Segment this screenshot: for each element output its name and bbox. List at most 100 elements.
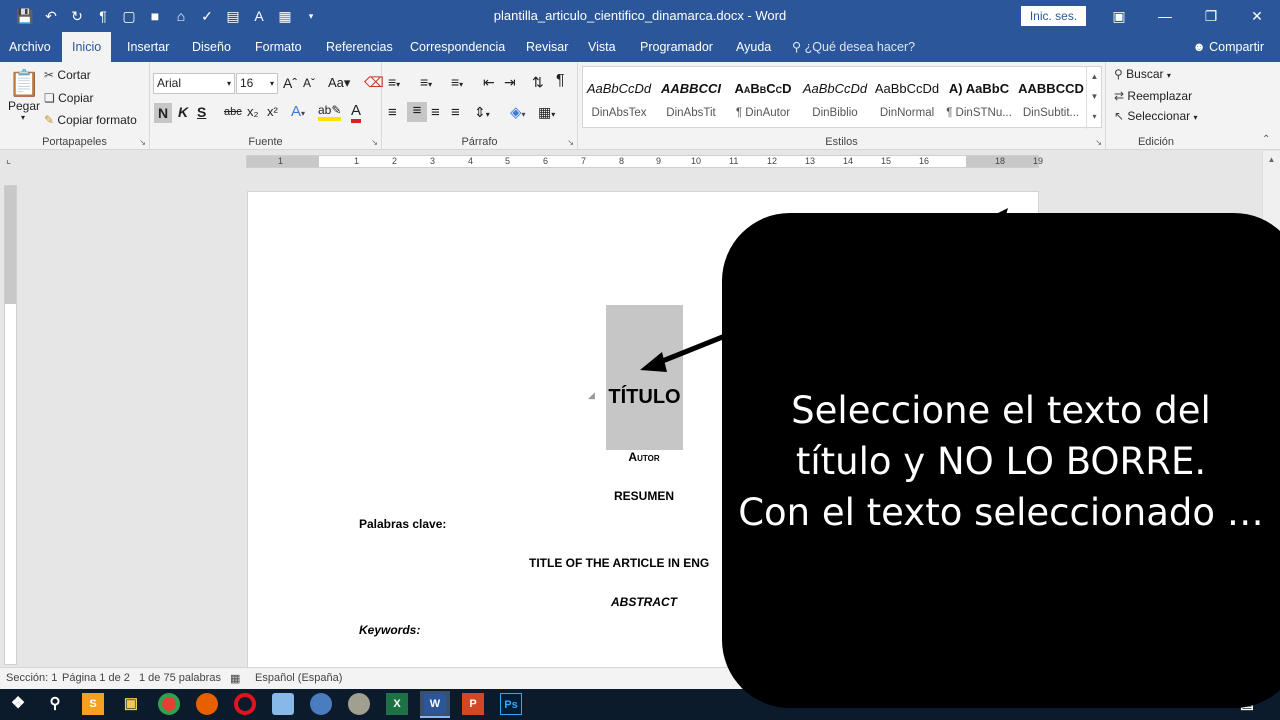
section-indicator[interactable]: Sección: 1 bbox=[6, 672, 57, 684]
bullets-icon[interactable]: ≡▾ bbox=[388, 74, 400, 90]
scroll-up-icon[interactable]: ▲ bbox=[1087, 67, 1102, 87]
strikethrough-button[interactable]: abc bbox=[224, 106, 242, 118]
windows-start-icon[interactable]: ❖ bbox=[7, 693, 29, 715]
clear-format-icon[interactable]: ⌫ bbox=[364, 74, 384, 91]
style-dinbiblio[interactable]: AaBbCcDd DinBiblio bbox=[799, 67, 871, 129]
format-painter-button[interactable]: ✎ Copiar formato bbox=[44, 113, 137, 127]
restore-icon[interactable]: ❐ bbox=[1188, 0, 1234, 32]
language-indicator[interactable]: Español (España) bbox=[255, 672, 342, 684]
word-taskbar-button[interactable]: W bbox=[420, 691, 450, 718]
font-color-icon[interactable]: A bbox=[351, 102, 362, 123]
horizontal-ruler[interactable]: 1 1 2 3 4 5 6 7 8 9 10 11 12 13 14 15 16… bbox=[246, 155, 1043, 168]
highlight-icon[interactable]: ab✎ bbox=[318, 103, 342, 121]
shading-icon[interactable]: ◈▾ bbox=[510, 103, 526, 121]
styles-scroll[interactable]: ▲ ▼ ▾ bbox=[1086, 67, 1102, 129]
share-button[interactable]: ☻ Compartir bbox=[1192, 32, 1264, 62]
find-button[interactable]: ⚲ Buscar ▾ bbox=[1114, 67, 1171, 81]
dialog-launcher-icon[interactable]: ↘ bbox=[567, 138, 574, 147]
sign-in-button[interactable]: Inic. ses. bbox=[1021, 6, 1086, 26]
replace-button[interactable]: ⇄ Reemplazar bbox=[1114, 89, 1192, 103]
proofing-icon[interactable]: ▦ bbox=[230, 672, 240, 685]
align-left-icon[interactable]: ≡ bbox=[388, 104, 397, 121]
tab-insertar[interactable]: Insertar bbox=[127, 32, 169, 62]
select-button[interactable]: ↖ Seleccionar ▾ bbox=[1114, 109, 1197, 123]
copy-button[interactable]: ❏ Copiar bbox=[44, 91, 93, 105]
vertical-ruler[interactable] bbox=[4, 185, 17, 665]
style-dinstnu[interactable]: A) AaBbC ¶ DinSTNu... bbox=[943, 67, 1015, 129]
tab-diseno[interactable]: Diseño bbox=[192, 32, 231, 62]
page-indicator[interactable]: Página 1 de 2 bbox=[62, 672, 130, 684]
style-dinautor[interactable]: AaBbCcD ¶ DinAutor bbox=[727, 67, 799, 129]
multilevel-list-icon[interactable]: ≡▾ bbox=[451, 74, 463, 90]
dialog-launcher-icon[interactable]: ↘ bbox=[1095, 138, 1102, 147]
minimize-icon[interactable]: — bbox=[1142, 0, 1188, 32]
superscript-icon[interactable]: x² bbox=[267, 104, 278, 119]
gimp-icon[interactable] bbox=[348, 693, 370, 715]
tab-revisar[interactable]: Revisar bbox=[526, 32, 568, 62]
justify-icon[interactable]: ≡ bbox=[451, 104, 460, 121]
photoshop-icon[interactable]: Ps bbox=[500, 693, 522, 715]
file-explorer-icon[interactable]: ▣ bbox=[120, 693, 142, 715]
word-count[interactable]: 1 de 75 palabras bbox=[139, 672, 221, 684]
collapse-ribbon-icon[interactable]: ⌃ bbox=[1262, 134, 1270, 145]
excel-icon[interactable]: X bbox=[386, 693, 408, 715]
sort-icon[interactable]: ⇅ bbox=[532, 74, 544, 91]
vpn-icon[interactable] bbox=[310, 693, 332, 715]
powerpoint-icon[interactable]: P bbox=[462, 693, 484, 715]
decrease-indent-icon[interactable]: ⇤ bbox=[483, 74, 495, 91]
ribbon-display-icon[interactable]: ▣ bbox=[1096, 0, 1142, 32]
tab-referencias[interactable]: Referencias bbox=[326, 32, 393, 62]
line-spacing-icon[interactable]: ⇕▾ bbox=[474, 104, 490, 121]
author-text[interactable]: Autor bbox=[594, 450, 694, 464]
dialog-launcher-icon[interactable]: ↘ bbox=[139, 138, 146, 147]
summary-heading[interactable]: RESUMEN bbox=[594, 489, 694, 503]
align-right-icon[interactable]: ≡ bbox=[431, 104, 440, 121]
scroll-down-icon[interactable]: ▼ bbox=[1087, 87, 1102, 107]
dialog-launcher-icon[interactable]: ↘ bbox=[371, 138, 378, 147]
close-icon[interactable]: ✕ bbox=[1234, 0, 1280, 32]
style-dinabstex[interactable]: AaBbCcDd DinAbsTex bbox=[583, 67, 655, 129]
chrome-icon[interactable] bbox=[158, 693, 180, 715]
shrink-font-icon[interactable]: Aˇ bbox=[303, 76, 315, 90]
document-title-text[interactable]: TÍTULO bbox=[606, 386, 683, 409]
cut-button[interactable]: ✂ Cortar bbox=[44, 68, 91, 82]
firefox-icon[interactable] bbox=[196, 693, 218, 715]
grow-font-icon[interactable]: Aˆ bbox=[283, 75, 297, 91]
font-size-select[interactable]: 16 ▾ bbox=[236, 73, 278, 94]
abstract-heading[interactable]: ABSTRACT bbox=[594, 595, 694, 609]
borders-icon[interactable]: ▦▾ bbox=[538, 104, 555, 121]
tell-me-box[interactable]: ⚲ ¿Qué desea hacer? bbox=[792, 32, 915, 62]
italic-button[interactable]: K bbox=[178, 104, 188, 120]
style-dinsubtit[interactable]: AABBCCD DinSubtit... bbox=[1015, 67, 1087, 129]
font-name-select[interactable]: Arial ▾ bbox=[153, 73, 235, 94]
tab-vista[interactable]: Vista bbox=[588, 32, 616, 62]
paste-button[interactable]: 📋 Pegar ▾ bbox=[8, 68, 40, 128]
tab-inicio[interactable]: Inicio bbox=[62, 32, 112, 62]
search-icon[interactable]: ⚲ bbox=[44, 693, 66, 715]
numbering-icon[interactable]: ≡▾ bbox=[420, 74, 432, 90]
subscript-icon[interactable]: x₂ bbox=[247, 104, 259, 119]
tab-correspondencia[interactable]: Correspondencia bbox=[410, 32, 505, 62]
text-effects-icon[interactable]: A▾ bbox=[291, 103, 305, 120]
show-marks-icon[interactable]: ¶ bbox=[556, 72, 565, 90]
keywords-es-label[interactable]: Palabras clave: bbox=[359, 517, 446, 531]
style-dinabstit[interactable]: AABBCCI DinAbsTit bbox=[655, 67, 727, 129]
tab-selector-icon[interactable]: ⌞ bbox=[6, 153, 11, 166]
tab-programador[interactable]: Programador bbox=[640, 32, 713, 62]
opera-icon[interactable] bbox=[234, 693, 256, 715]
increase-indent-icon[interactable]: ⇥ bbox=[504, 74, 516, 91]
underline-button[interactable]: S bbox=[197, 104, 206, 120]
more-styles-icon[interactable]: ▾ bbox=[1087, 107, 1102, 127]
scroll-up-icon[interactable]: ▲ bbox=[1263, 155, 1280, 164]
tab-ayuda[interactable]: Ayuda bbox=[736, 32, 771, 62]
bold-button[interactable]: N bbox=[154, 103, 172, 123]
title-en-text[interactable]: TITLE OF THE ARTICLE IN ENG bbox=[529, 556, 709, 570]
tab-formato[interactable]: Formato bbox=[255, 32, 302, 62]
keywords-en-label[interactable]: Keywords: bbox=[359, 623, 420, 637]
tab-archivo[interactable]: Archivo bbox=[9, 32, 51, 62]
sublime-icon[interactable]: S bbox=[82, 693, 104, 715]
style-dinnormal[interactable]: AaBbCcDd DinNormal bbox=[871, 67, 943, 129]
change-case-icon[interactable]: Aa▾ bbox=[328, 75, 350, 91]
notepad-icon[interactable] bbox=[272, 693, 294, 715]
align-center-icon[interactable]: ≡ bbox=[407, 102, 427, 122]
